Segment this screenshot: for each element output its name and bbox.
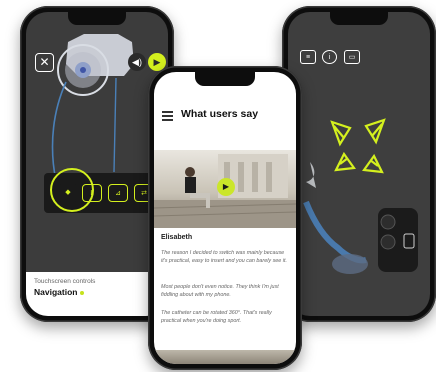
control-button-3[interactable]: ⊿ <box>108 184 128 202</box>
play-icon: ▶ <box>222 182 230 191</box>
user-name: Elisabeth <box>161 234 193 241</box>
play-icon: ▶ <box>153 57 161 67</box>
hamburger-menu-icon[interactable] <box>162 111 173 123</box>
app-header: What users say <box>154 102 296 130</box>
nav-card-title: Navigation <box>34 287 160 297</box>
page-title: What users say <box>181 108 259 120</box>
video-play-button[interactable]: ▶ <box>217 178 235 196</box>
close-icon: ✕ <box>39 55 50 69</box>
notch <box>195 72 255 86</box>
right-phone: ≡ i ▭ <box>282 6 436 322</box>
nav-card-subtitle: Touchscreen controls <box>34 278 96 285</box>
middle-phone-screen: What users say ▶ Elisabeth The reason I … <box>154 72 296 364</box>
speaker-icon: ◀) <box>132 57 142 67</box>
quote-2: Most people don't even notice. They thin… <box>161 284 279 298</box>
left-phone-screen: ✕ ◀) ▶ ◆ Ⅱ ⊿ ⇄ Touchscreen controls Navi… <box>26 12 168 316</box>
middle-phone: What users say ▶ Elisabeth The reason I … <box>148 66 302 370</box>
sound-button[interactable]: ◀) <box>128 53 146 71</box>
quote-1: The reason I decided to switch was mainl… <box>161 250 287 264</box>
testimonial-photo: ▶ <box>154 150 296 228</box>
next-photo-preview <box>154 350 296 364</box>
right-phone-screen: ≡ i ▭ <box>288 12 430 316</box>
highlight-ring <box>50 168 94 212</box>
status-dot-icon <box>80 290 85 295</box>
gesture-arrows-illustration <box>303 118 418 274</box>
navigation-card[interactable]: Touchscreen controls Navigation <box>26 272 168 316</box>
quote-3: The catheter can be rotated 360°. That's… <box>161 310 272 324</box>
close-button[interactable]: ✕ <box>35 53 54 72</box>
